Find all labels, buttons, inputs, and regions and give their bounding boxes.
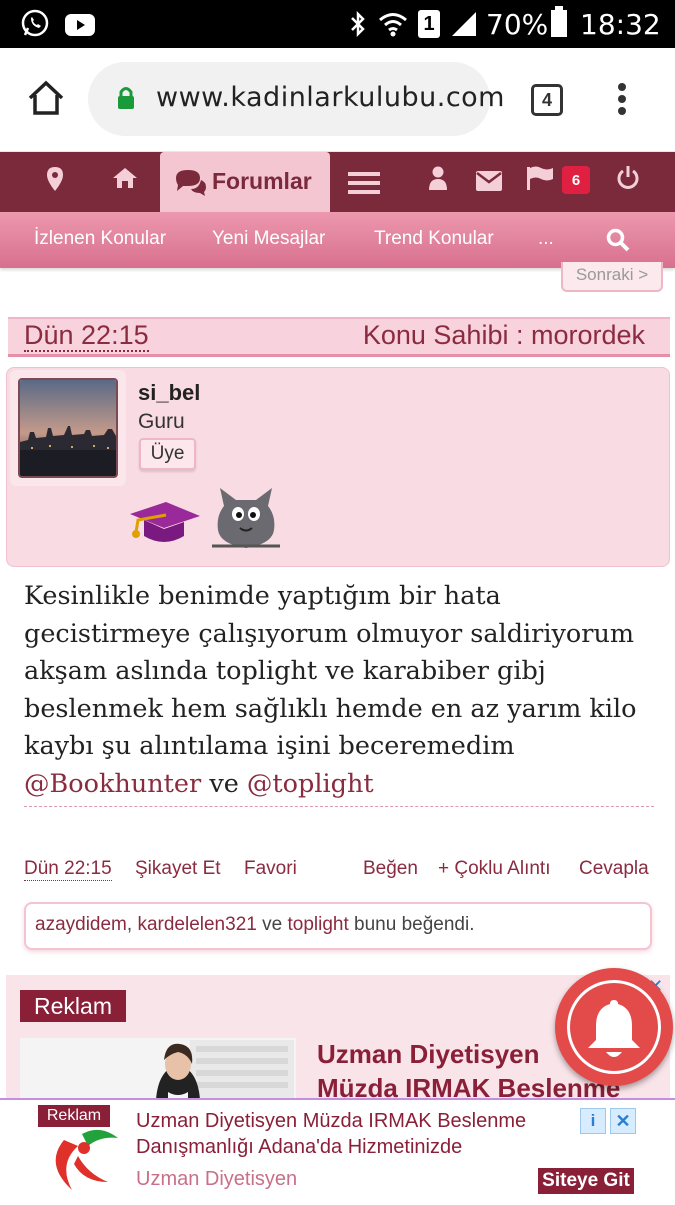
post-author-username[interactable]: si_bel: [138, 380, 200, 406]
likes-text: azaydidem, kardelelen321 ve toplight bun…: [35, 914, 474, 936]
banner-cta-button[interactable]: Siteye Git: [538, 1168, 634, 1194]
chat-bubbles-icon: [174, 168, 208, 201]
sim-icon: 1: [418, 10, 440, 38]
bluetooth-icon: [348, 10, 368, 38]
lock-icon: [116, 86, 136, 115]
battery-percent: 70%: [486, 8, 549, 41]
reply-button[interactable]: Cevapla: [579, 858, 649, 880]
notification-badge[interactable]: 6: [562, 166, 590, 194]
mention-link[interactable]: @toplight: [247, 769, 374, 799]
banner-ad-label: Reklam: [38, 1105, 110, 1127]
subnav-watched-threads[interactable]: İzlenen Konular: [34, 228, 166, 250]
ad-image[interactable]: [20, 1038, 296, 1100]
search-icon[interactable]: [606, 228, 630, 257]
power-icon[interactable]: [616, 166, 640, 197]
role-badge: Üye: [139, 438, 196, 470]
overflow-menu-icon[interactable]: [617, 82, 627, 121]
subnav-trending[interactable]: Trend Konular: [374, 228, 494, 250]
next-page-button[interactable]: Sonraki >: [561, 262, 663, 292]
home-nav-icon[interactable]: [112, 166, 138, 197]
like-button[interactable]: Beğen: [363, 858, 418, 880]
ad-info-icon[interactable]: i: [580, 1108, 606, 1134]
mail-icon[interactable]: [476, 170, 502, 198]
post-message: Kesinlikle benimde yaptığım bir hata gec…: [24, 578, 660, 803]
post-author-title: Guru: [138, 410, 185, 433]
thread-owner-label: Konu Sahibi : morordek: [362, 320, 645, 350]
favorite-button[interactable]: Favori: [244, 858, 297, 880]
banner-close-icon[interactable]: ✕: [610, 1108, 636, 1134]
whatsapp-icon: [20, 9, 50, 37]
subnav-more[interactable]: ...: [538, 228, 554, 250]
post-date-link[interactable]: Dün 22:15: [24, 320, 149, 352]
url-text[interactable]: www.kadinlarkulubu.com: [156, 82, 505, 113]
post-permalink[interactable]: Dün 22:15: [24, 858, 112, 881]
mention-link[interactable]: @Bookhunter: [24, 769, 201, 799]
likes-suffix: bunu beğendi.: [354, 914, 475, 935]
liker-link[interactable]: azaydidem: [35, 914, 127, 935]
tab-forumlar-label[interactable]: Forumlar: [212, 168, 312, 195]
bell-icon[interactable]: [585, 996, 643, 1065]
post-message-text: Kesinlikle benimde yaptığım bir hata gec…: [24, 581, 637, 761]
multi-quote-button[interactable]: + Çoklu Alıntı: [438, 858, 550, 880]
subnav-new-posts[interactable]: Yeni Mesajlar: [212, 228, 325, 250]
clock: 18:32: [580, 8, 661, 41]
signal-icon: [450, 10, 478, 38]
hamburger-menu-icon[interactable]: [348, 172, 380, 201]
browser-toolbar: www.kadinlarkulubu.com 4: [0, 48, 675, 152]
cat-icon: [210, 486, 282, 557]
ad-label: Reklam: [20, 990, 126, 1022]
liker-link[interactable]: kardelelen321: [137, 914, 256, 935]
user-icon[interactable]: [428, 166, 448, 197]
home-icon[interactable]: [26, 78, 66, 123]
likes-connector: ve: [262, 914, 283, 935]
graduation-cap-icon: [128, 498, 202, 553]
report-button[interactable]: Şikayet Et: [135, 858, 221, 880]
wifi-icon: [378, 10, 408, 38]
liker-link[interactable]: toplight: [287, 914, 348, 935]
banner-subtitle[interactable]: Uzman Diyetisyen: [136, 1168, 297, 1191]
message-connector: ve: [209, 768, 239, 799]
flag-icon[interactable]: [526, 166, 554, 197]
tab-switcher-button[interactable]: 4: [531, 84, 563, 116]
youtube-icon: [64, 11, 96, 39]
message-divider: [24, 806, 654, 807]
status-bar: 1 70% 18:32: [0, 0, 675, 48]
banner-title[interactable]: Uzman Diyetisyen Müzda IRMAK Beslenme Da…: [136, 1108, 576, 1160]
avatar[interactable]: [18, 378, 118, 478]
location-pin-icon[interactable]: [46, 166, 64, 199]
likes-separator: ,: [126, 914, 133, 935]
battery-icon: [550, 6, 568, 37]
